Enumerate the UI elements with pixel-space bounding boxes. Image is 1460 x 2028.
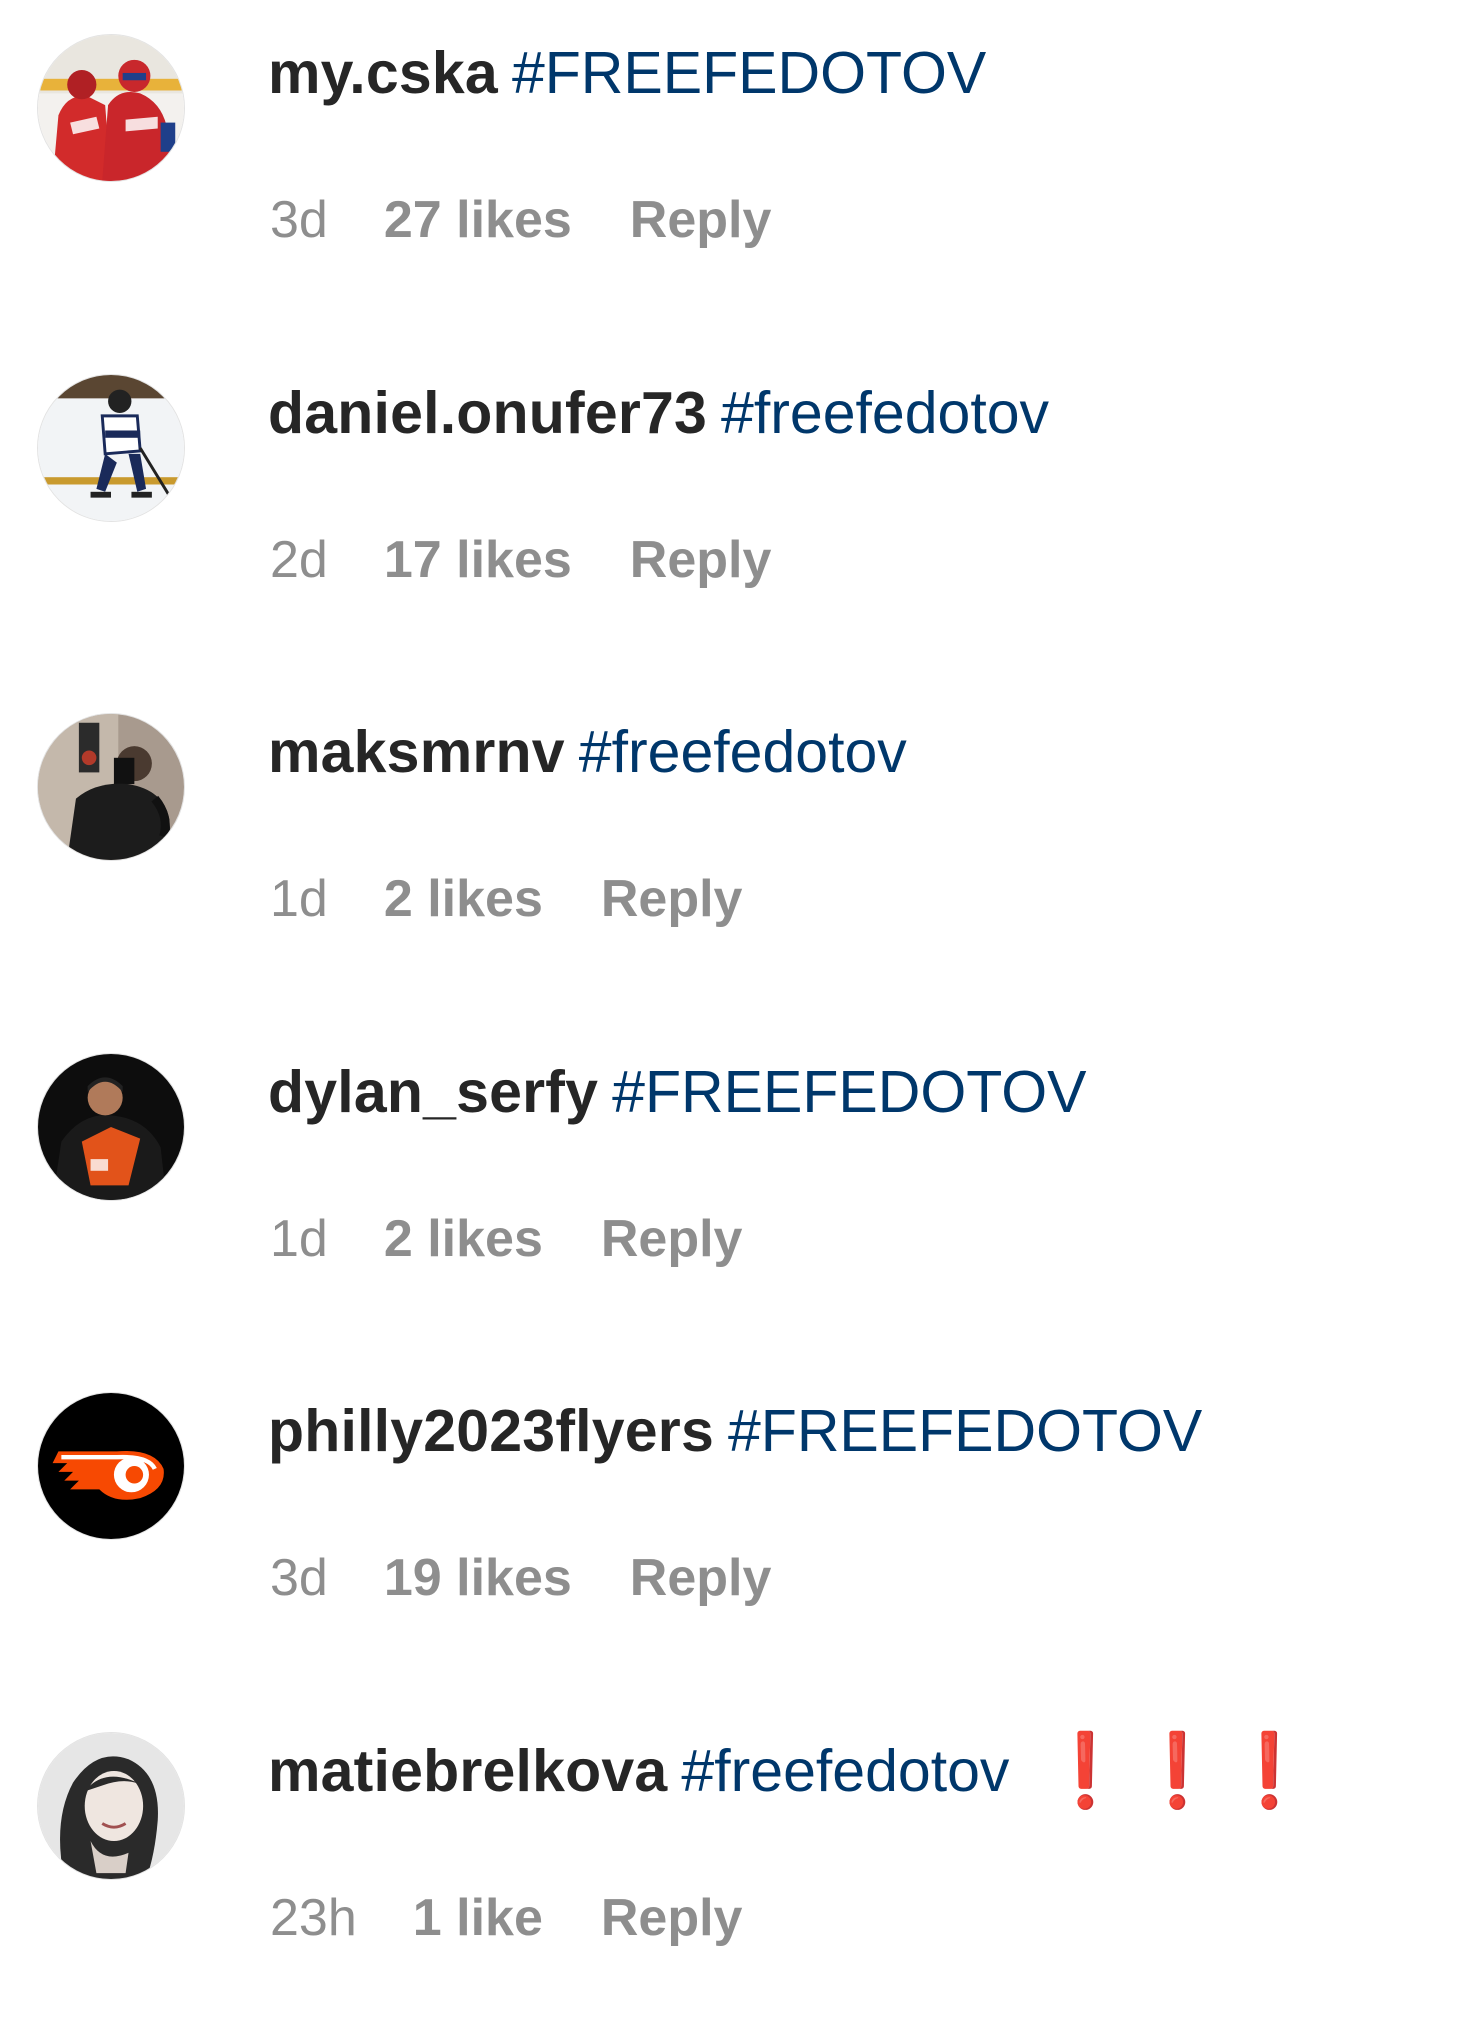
comment-meta: 3d 19 likes Reply (270, 1548, 771, 1608)
comment-text: dylan_serfy #FREEFEDOTOV (268, 1057, 1420, 1127)
comment-timestamp[interactable]: 2d (270, 530, 328, 590)
hashtag-link[interactable]: #FREEFEDOTOV (728, 1398, 1202, 1464)
comment-username[interactable]: maksmrnv (268, 719, 565, 785)
avatar[interactable] (37, 1732, 185, 1880)
comment-item: maksmrnv #freefedotov 1d 2 likes Reply (0, 679, 1460, 979)
hockey-players-red-avatar-icon (38, 35, 184, 181)
comment-meta: 1d 2 likes Reply (270, 1209, 742, 1269)
hashtag-link[interactable]: #freefedotov (721, 380, 1049, 446)
comment-meta: 1d 2 likes Reply (270, 869, 742, 929)
hashtag-link[interactable]: #FREEFEDOTOV (612, 1059, 1086, 1125)
avatar[interactable] (37, 1392, 185, 1540)
comment-timestamp[interactable]: 3d (270, 1548, 328, 1608)
comment-timestamp[interactable]: 1d (270, 1209, 328, 1269)
comment-username[interactable]: dylan_serfy (268, 1059, 598, 1125)
mirror-selfie-avatar-icon (38, 714, 184, 860)
avatar[interactable] (37, 374, 185, 522)
reply-button[interactable]: Reply (601, 1888, 743, 1948)
like-count[interactable]: 1 like (413, 1888, 543, 1948)
avatar[interactable] (37, 34, 185, 182)
comments-list: my.cska #FREEFEDOTOV 3d 27 likes Reply d… (0, 0, 1460, 2028)
like-count[interactable]: 2 likes (384, 869, 543, 929)
comment-item: my.cska #FREEFEDOTOV 3d 27 likes Reply (0, 0, 1460, 300)
comment-timestamp[interactable]: 3d (270, 190, 328, 250)
comment-text: my.cska #FREEFEDOTOV (268, 38, 1420, 108)
comment-timestamp[interactable]: 1d (270, 869, 328, 929)
like-count[interactable]: 19 likes (384, 1548, 572, 1608)
reply-button[interactable]: Reply (630, 530, 772, 590)
comment-text: matiebrelkova #freefedotov ❗❗❗ (268, 1731, 1420, 1811)
exclamation-emoji: ❗ (1224, 1731, 1315, 1811)
hashtag-link[interactable]: #FREEFEDOTOV (512, 40, 986, 106)
comment-meta: 3d 27 likes Reply (270, 190, 771, 250)
reply-button[interactable]: Reply (630, 1548, 772, 1608)
comment-meta: 2d 17 likes Reply (270, 530, 771, 590)
reply-button[interactable]: Reply (601, 869, 743, 929)
flyers-player-dylan-avatar-icon (38, 1054, 184, 1200)
comment-text: daniel.onufer73 #freefedotov (268, 378, 1420, 448)
comment-text: philly2023flyers #FREEFEDOTOV (268, 1396, 1420, 1466)
hashtag-link[interactable]: #freefedotov (681, 1738, 1009, 1804)
exclamation-emoji: ❗ (1040, 1731, 1131, 1811)
hashtag-link[interactable]: #freefedotov (579, 719, 907, 785)
like-count[interactable]: 2 likes (384, 1209, 543, 1269)
comment-item: daniel.onufer73 #freefedotov 2d 17 likes Re… (0, 340, 1460, 640)
reply-button[interactable]: Reply (601, 1209, 743, 1269)
hockey-skater-on-ice-avatar-icon (38, 375, 184, 521)
like-count[interactable]: 27 likes (384, 190, 572, 250)
avatar[interactable] (37, 1053, 185, 1201)
reply-button[interactable]: Reply (630, 190, 772, 250)
exclamation-emoji-group: ❗❗❗ (1039, 1731, 1315, 1811)
comment-text: maksmrnv #freefedotov (268, 717, 1420, 787)
avatar[interactable] (37, 713, 185, 861)
exclamation-emoji: ❗ (1132, 1731, 1223, 1811)
comment-item: matiebrelkova #freefedotov ❗❗❗ 23h 1 like Re… (0, 1698, 1460, 1998)
comment-timestamp[interactable]: 23h (270, 1888, 357, 1948)
comment-username[interactable]: philly2023flyers (268, 1398, 714, 1464)
comment-meta: 23h 1 like Reply (270, 1888, 742, 1948)
comment-item: philly2023flyers #FREEFEDOTOV 3d 19 likes R… (0, 1358, 1460, 1658)
portrait-bw-avatar-icon (38, 1733, 184, 1879)
like-count[interactable]: 17 likes (384, 530, 572, 590)
comment-username[interactable]: matiebrelkova (268, 1738, 667, 1804)
comment-item: dylan_serfy #FREEFEDOTOV 1d 2 likes Reply (0, 1019, 1460, 1319)
comment-username[interactable]: my.cska (268, 40, 498, 106)
comment-username[interactable]: daniel.onufer73 (268, 380, 707, 446)
flyers-logo-avatar-icon (38, 1393, 184, 1539)
